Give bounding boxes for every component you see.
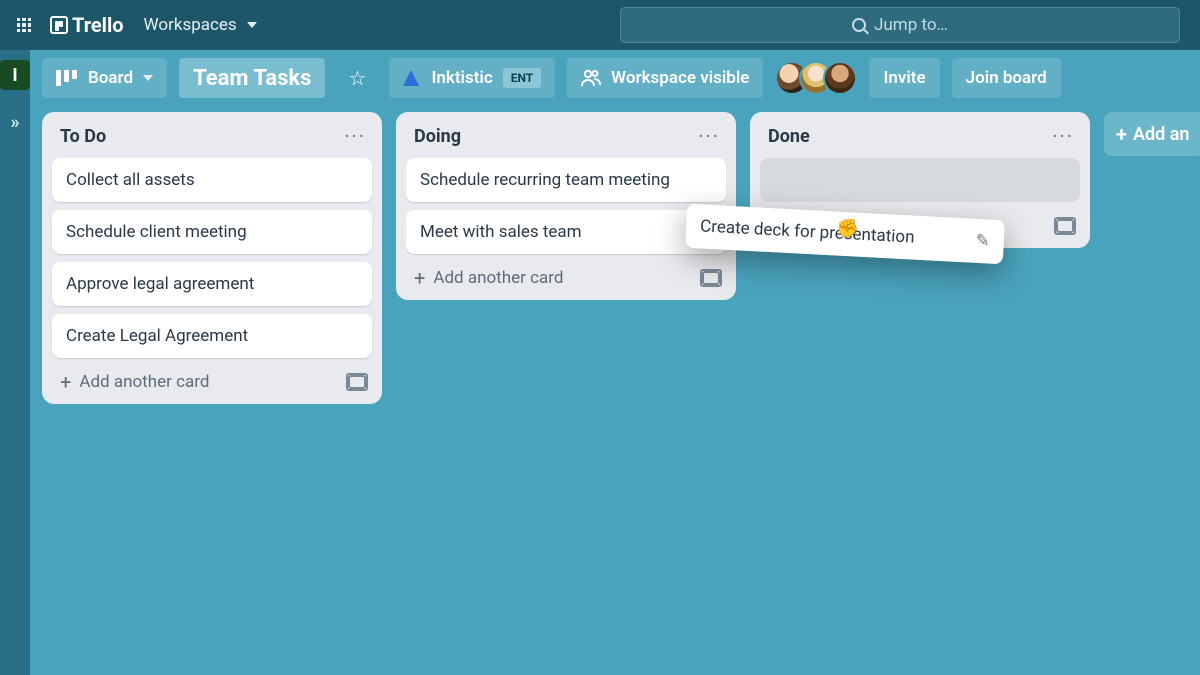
invite-button[interactable]: Invite [869,58,939,98]
add-card-button[interactable]: + Add another card [414,268,563,288]
add-list-button[interactable]: + Add an [1104,112,1200,156]
lists-container: To Do ··· Collect all assets Schedule cl… [30,106,1200,675]
board-view-switcher[interactable]: Board [42,58,167,98]
list-menu-icon[interactable]: ··· [698,124,720,148]
org-name: Inktistic [431,68,492,88]
trello-logo-icon [50,16,68,34]
expand-sidebar-icon[interactable]: » [11,112,20,133]
brand-label: Trello [72,13,124,37]
org-indicator[interactable]: Inktistic ENT [389,58,555,98]
board-header: Board Team Tasks ☆ Inktistic ENT Workspa… [30,50,1200,106]
plus-icon: + [414,268,425,288]
card-drop-placeholder [760,158,1080,202]
card[interactable]: Approve legal agreement [52,262,372,306]
invite-label: Invite [883,68,925,88]
org-tier-tag: ENT [503,68,541,88]
list-todo: To Do ··· Collect all assets Schedule cl… [42,112,382,404]
grabbing-cursor-icon: ✊ [836,218,859,240]
visibility-button[interactable]: Workspace visible [567,58,763,98]
pencil-icon[interactable]: ✎ [975,231,990,252]
search-icon [852,18,866,32]
board-area: Board Team Tasks ☆ Inktistic ENT Workspa… [30,50,1200,675]
workspace-badge[interactable]: I [0,60,30,90]
join-label: Join board [966,68,1047,88]
card[interactable]: Schedule recurring team meeting [406,158,726,202]
chevron-down-icon [247,22,257,28]
add-card-label: Add another card [433,268,563,288]
card[interactable]: Meet with sales team [406,210,726,254]
list-menu-icon[interactable]: ··· [344,124,366,148]
star-board-button[interactable]: ☆ [337,58,377,98]
list-doing: Doing ··· Schedule recurring team meetin… [396,112,736,300]
people-icon [581,69,601,87]
chevron-down-icon [143,75,153,81]
trello-logo[interactable]: Trello [50,13,124,37]
atlassian-logo-icon [403,70,419,86]
list-title[interactable]: Doing [414,126,461,147]
search-placeholder: Jump to… [874,15,948,35]
board-name[interactable]: Team Tasks [179,58,325,98]
top-nav: Trello Workspaces Jump to… [0,0,1200,50]
workspaces-label: Workspaces [144,15,237,35]
list-menu-icon[interactable]: ··· [1052,124,1074,148]
join-board-button[interactable]: Join board [952,58,1061,98]
add-list-label: Add an [1133,124,1189,145]
left-sidebar: I » [0,50,30,675]
board-icon [56,70,78,86]
card-template-icon[interactable] [348,375,366,389]
card[interactable]: Collect all assets [52,158,372,202]
member-avatars[interactable] [775,61,857,95]
dragging-card-text: Create deck for presentation [700,216,915,247]
card-template-icon[interactable] [702,271,720,285]
list-title[interactable]: To Do [60,126,106,147]
plus-icon: + [1116,124,1127,144]
plus-icon: + [60,372,71,392]
card[interactable]: Schedule client meeting [52,210,372,254]
card-template-icon[interactable] [1056,219,1074,233]
main-area: I » Board Team Tasks ☆ Inktistic ENT Wor… [0,50,1200,675]
apps-menu-icon[interactable] [10,11,38,39]
list-title[interactable]: Done [768,126,810,147]
board-view-label: Board [88,68,133,88]
workspaces-switcher[interactable]: Workspaces [144,15,257,35]
add-card-button[interactable]: + Add another card [60,372,209,392]
search-input[interactable]: Jump to… [620,7,1180,43]
avatar[interactable] [823,61,857,95]
add-card-label: Add another card [79,372,209,392]
visibility-label: Workspace visible [611,68,749,88]
card[interactable]: Create Legal Agreement [52,314,372,358]
